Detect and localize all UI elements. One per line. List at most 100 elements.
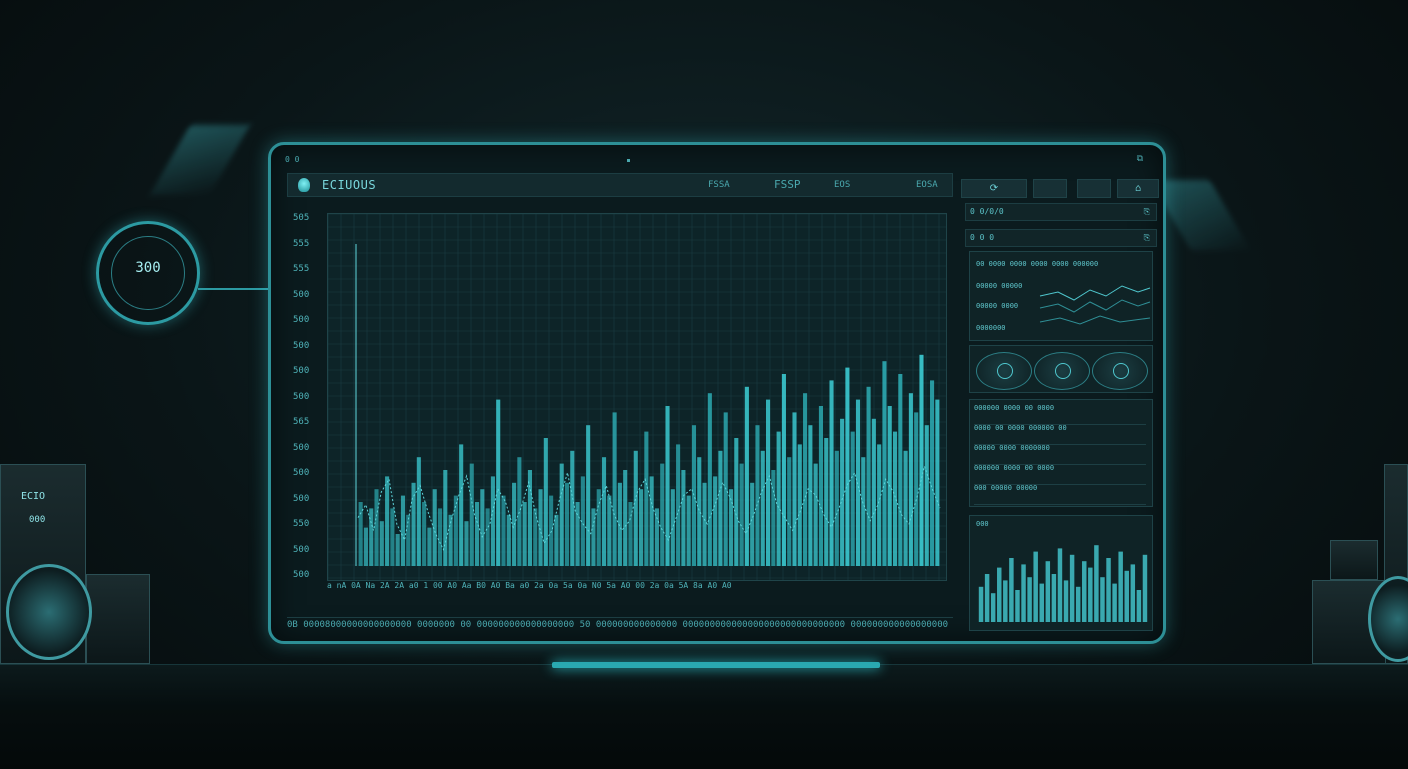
chart-bar bbox=[935, 399, 940, 566]
chart-bar bbox=[787, 457, 792, 566]
right-row-1[interactable]: 0 0/0/0 ⎘ bbox=[965, 203, 1157, 221]
tab-3[interactable]: EOS bbox=[834, 180, 850, 190]
chart-bar bbox=[385, 476, 390, 566]
right-row-2-label: 0 0 0 bbox=[970, 233, 995, 242]
y-tick-label: 500 bbox=[293, 289, 310, 300]
y-tick-label: 565 bbox=[293, 417, 310, 427]
home-button[interactable]: ⌂ bbox=[1117, 179, 1159, 198]
chart-bar bbox=[908, 393, 913, 566]
mini-chart-bar bbox=[990, 593, 996, 622]
app-header: ECIUOUS FSSA FSSP EOS EOSA bbox=[287, 173, 953, 197]
mini-chart-bar bbox=[997, 567, 1002, 622]
chart-bar bbox=[601, 457, 607, 566]
chart-bar bbox=[564, 482, 570, 566]
chart-bar bbox=[871, 418, 876, 566]
y-tick-label: 500 bbox=[293, 315, 310, 325]
x-axis-labels: a nA 0A Na 2A 2A a0 1 00 A0 Aa B0 A0 Ba … bbox=[327, 581, 732, 590]
table-row[interactable]: 0000 00 0000 000000 00 bbox=[974, 424, 1146, 445]
y-tick-label: 505 bbox=[293, 213, 310, 223]
window-icon[interactable]: ⧉ bbox=[1137, 154, 1143, 164]
y-tick-label: 500 bbox=[293, 570, 310, 580]
chart-bar bbox=[554, 514, 559, 566]
mini-chart-bar bbox=[1112, 583, 1117, 622]
chart-bar bbox=[485, 508, 490, 566]
chart-bar bbox=[670, 489, 675, 566]
y-tick-label: 500 bbox=[293, 442, 310, 453]
chart-bar bbox=[834, 450, 839, 566]
table-row[interactable]: 000 00000 00000 bbox=[974, 484, 1146, 505]
tab-2[interactable]: FSSP bbox=[774, 178, 801, 191]
mini-chart-bar bbox=[1045, 561, 1051, 622]
chart-bar bbox=[776, 431, 781, 566]
chart-bar bbox=[739, 463, 744, 566]
mini-chart-bar bbox=[1021, 564, 1026, 622]
mini-gauge-2[interactable] bbox=[1034, 352, 1090, 390]
chart-bar bbox=[416, 457, 421, 566]
status-text: 0 0 bbox=[285, 155, 300, 164]
chart-bar bbox=[607, 495, 612, 566]
left-device-label: ECIO bbox=[21, 491, 46, 502]
chart-bar bbox=[824, 438, 829, 566]
chart-bar bbox=[681, 470, 686, 566]
chart-bar bbox=[649, 476, 654, 566]
chart-bar bbox=[543, 438, 548, 566]
chart-bar bbox=[728, 489, 734, 566]
chart-bar bbox=[797, 444, 802, 566]
tab-4[interactable]: EOSA bbox=[916, 180, 938, 190]
trend-line-2 bbox=[1039, 299, 1151, 313]
chart-bar bbox=[570, 450, 575, 566]
header-button-2[interactable] bbox=[1033, 179, 1067, 198]
chart-bar bbox=[633, 450, 638, 566]
chart-bar bbox=[803, 393, 808, 566]
mini-gauge-1[interactable] bbox=[976, 352, 1032, 390]
right-row-1-label: 0 0/0/0 bbox=[970, 207, 1004, 216]
tab-1[interactable]: FSSA bbox=[708, 180, 730, 190]
refresh-button[interactable]: ⟳ bbox=[961, 179, 1027, 198]
chart-bar bbox=[596, 489, 601, 566]
chart-bar bbox=[422, 502, 427, 566]
chart-bar bbox=[930, 380, 935, 566]
trend-panel: 00 0000 0000 0000 0000 000000 00000 0000… bbox=[969, 251, 1153, 341]
mini-chart-bar bbox=[1130, 564, 1136, 622]
chart-bar bbox=[718, 450, 723, 566]
chart-bar bbox=[654, 508, 659, 566]
chart-bar bbox=[813, 463, 818, 566]
chart-bar bbox=[411, 482, 416, 566]
mini-chart-bar bbox=[1124, 570, 1129, 622]
mini-chart-bar bbox=[1082, 561, 1087, 622]
y-tick-label: 500 bbox=[293, 468, 310, 478]
mini-chart-bar bbox=[1003, 580, 1008, 622]
chart-bar bbox=[506, 514, 511, 566]
right-row-2[interactable]: 0 0 0 ⎘ bbox=[965, 229, 1157, 247]
monitor-top-strip: 0 0 ⧉ bbox=[285, 154, 1149, 165]
copy-icon[interactable]: ⎘ bbox=[1144, 204, 1150, 220]
header-button-3[interactable] bbox=[1077, 179, 1111, 198]
chart-bar bbox=[861, 457, 866, 566]
chart-bar bbox=[914, 412, 919, 566]
wall-light-left bbox=[149, 125, 251, 195]
table-row[interactable]: 000000 0000 00 0000 bbox=[974, 404, 1146, 425]
chart-bar bbox=[744, 386, 749, 566]
chart-bar bbox=[586, 425, 591, 566]
mini-chart-bar bbox=[1118, 551, 1123, 622]
chart-bar bbox=[903, 450, 908, 566]
chart-bar bbox=[559, 463, 564, 566]
camera-dot bbox=[627, 159, 630, 162]
chart-bar bbox=[475, 502, 480, 566]
copy-icon[interactable]: ⎘ bbox=[1144, 230, 1150, 246]
table-row[interactable]: 000000 0000 00 0000 bbox=[974, 464, 1146, 485]
y-tick-label: 500 bbox=[293, 493, 310, 504]
gauge-connector bbox=[198, 288, 270, 290]
mini-chart-bar bbox=[1094, 545, 1099, 622]
chart-bar bbox=[818, 406, 823, 566]
chart-bar bbox=[808, 425, 813, 566]
chart-bar bbox=[501, 495, 506, 566]
gauges-panel bbox=[969, 345, 1153, 393]
table-row[interactable]: 00000 0000 0000000 bbox=[974, 444, 1146, 465]
gauge-icon bbox=[997, 363, 1013, 379]
chart-bar bbox=[781, 374, 786, 566]
left-speaker-icon bbox=[6, 564, 92, 660]
mini-gauge-3[interactable] bbox=[1092, 352, 1148, 390]
chart-bar bbox=[549, 495, 554, 566]
chart-bar bbox=[792, 412, 797, 566]
